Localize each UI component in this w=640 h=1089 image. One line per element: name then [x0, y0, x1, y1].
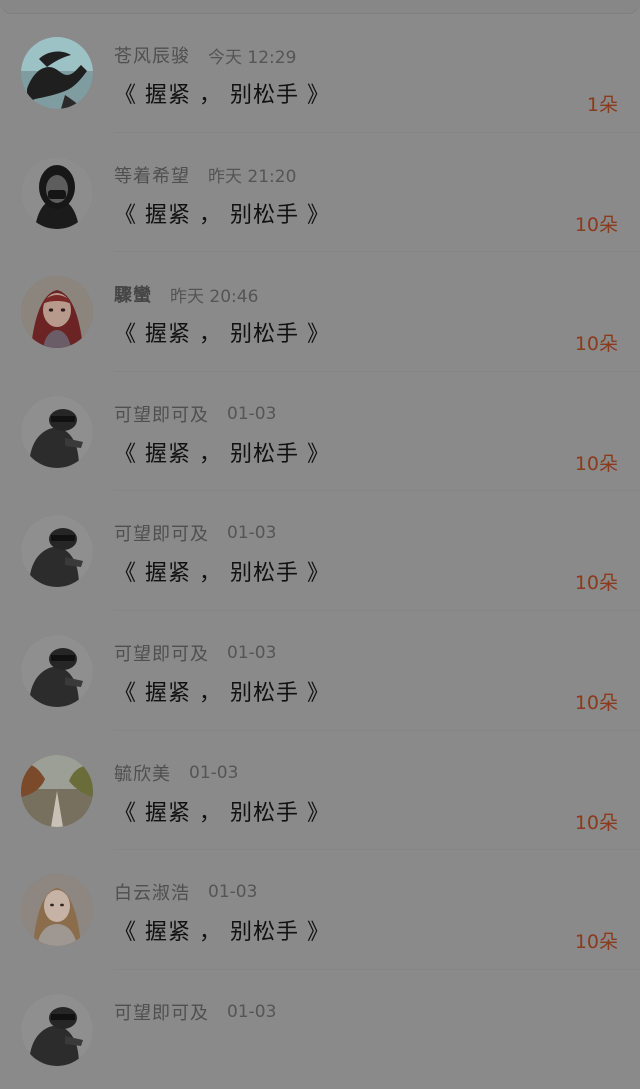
timestamp: 01-03 — [227, 523, 277, 544]
username[interactable]: 等着希望 — [114, 162, 190, 188]
username[interactable]: 毓欣美 — [114, 760, 171, 786]
masked-girl-avatar — [21, 156, 93, 229]
item-meta: 可望即可及 01-03 — [114, 521, 276, 545]
item-meta: 可望即可及 01-03 — [114, 402, 276, 426]
top-panel — [0, 0, 640, 13]
timestamp: 01-03 — [208, 882, 258, 903]
blonde-woman-avatar — [21, 874, 93, 947]
message-text: 《 握紧 ， 别松手 》 — [114, 680, 330, 706]
timestamp: 01-03 — [227, 1001, 277, 1022]
flower-count: 1朵 — [586, 94, 618, 116]
timestamp: 01-03 — [227, 642, 277, 663]
avatar[interactable] — [21, 37, 93, 109]
helmet-figure-avatar — [21, 395, 93, 468]
flower-count: 10朵 — [574, 333, 618, 356]
message-text: 《 握紧 ， 别松手 》 — [114, 83, 330, 108]
item-meta: 驟蠻 昨天 20:46 — [114, 281, 259, 307]
message-text: 《 握紧 ， 别松手 》 — [114, 202, 330, 228]
list-item[interactable]: 可望即可及 01-03 — [0, 970, 640, 1089]
list-item[interactable]: 可望即可及 01-03 《 握紧 ， 别松手 》 10朵 — [0, 611, 640, 731]
item-meta: 可望即可及 01-03 — [114, 641, 276, 665]
item-meta: 等着希望 昨天 21:20 — [114, 162, 297, 188]
message-text: 《 握紧 ， 别松手 》 — [114, 561, 330, 587]
red-hair-girl-avatar — [21, 276, 93, 349]
flower-count: 10朵 — [574, 213, 618, 236]
item-meta: 毓欣美 01-03 — [114, 761, 238, 785]
list-item[interactable]: 等着希望 昨天 21:20 《 握紧 ， 别松手 》 10朵 — [0, 133, 640, 253]
message-text: 《 握紧 ， 别松手 》 — [114, 920, 330, 946]
flower-count: 10朵 — [574, 452, 618, 475]
avatar[interactable] — [21, 276, 93, 349]
avatar[interactable] — [21, 515, 93, 588]
list-item[interactable]: 驟蠻 昨天 20:46 《 握紧 ， 别松手 》 10朵 — [0, 252, 640, 372]
avatar[interactable] — [21, 395, 93, 468]
username[interactable]: 可望即可及 — [114, 520, 209, 546]
list-item[interactable]: 可望即可及 01-03 《 握紧 ， 别松手 》 10朵 — [0, 372, 640, 492]
timestamp: 昨天 20:46 — [170, 286, 259, 307]
message-text: 《 握紧 ， 别松手 》 — [114, 322, 330, 348]
username[interactable]: 白云淑浩 — [114, 879, 190, 905]
message-text: 《 握紧 ， 别松手 》 — [114, 800, 330, 826]
flower-count: 10朵 — [574, 811, 618, 834]
helmet-figure-avatar — [21, 634, 93, 707]
list-item[interactable]: 苍风辰骏 今天 12:29 《 握紧 ， 别松手 》 1朵 — [0, 13, 640, 133]
list-item[interactable]: 毓欣美 01-03 《 握紧 ， 别松手 》 10朵 — [0, 731, 640, 851]
flower-count: 10朵 — [574, 931, 618, 954]
autumn-road-avatar — [21, 754, 93, 827]
flower-count: 10朵 — [574, 572, 618, 595]
list-item[interactable]: 白云淑浩 01-03 《 握紧 ， 别松手 》 10朵 — [0, 850, 640, 970]
item-meta: 可望即可及 01-03 — [114, 1000, 276, 1024]
helmet-figure-avatar — [21, 993, 93, 1066]
username[interactable]: 可望即可及 — [114, 999, 209, 1025]
item-meta: 苍风辰骏 今天 12:29 — [114, 42, 297, 68]
timestamp: 01-03 — [189, 762, 239, 783]
username[interactable]: 苍风辰骏 — [114, 42, 190, 68]
username[interactable]: 可望即可及 — [114, 401, 209, 427]
flower-count: 10朵 — [574, 691, 618, 714]
avatar[interactable] — [21, 156, 93, 229]
item-meta: 白云淑浩 01-03 — [114, 880, 257, 904]
message-text: 《 握紧 ， 别松手 》 — [114, 441, 330, 467]
gift-list: 苍风辰骏 今天 12:29 《 握紧 ， 别松手 》 1朵 等着希望 昨天 21… — [0, 13, 640, 1089]
username[interactable]: 可望即可及 — [114, 640, 209, 666]
timestamp: 01-03 — [227, 403, 277, 424]
anime-silhouette-avatar — [21, 37, 93, 109]
list-item[interactable]: 可望即可及 01-03 《 握紧 ， 别松手 》 10朵 — [0, 491, 640, 611]
avatar[interactable] — [21, 874, 93, 947]
username[interactable]: 驟蠻 — [114, 281, 152, 307]
avatar[interactable] — [21, 993, 93, 1066]
timestamp: 昨天 21:20 — [208, 167, 297, 188]
timestamp: 今天 12:29 — [208, 47, 297, 68]
avatar[interactable] — [21, 634, 93, 707]
helmet-figure-avatar — [21, 515, 93, 588]
avatar[interactable] — [21, 754, 93, 827]
